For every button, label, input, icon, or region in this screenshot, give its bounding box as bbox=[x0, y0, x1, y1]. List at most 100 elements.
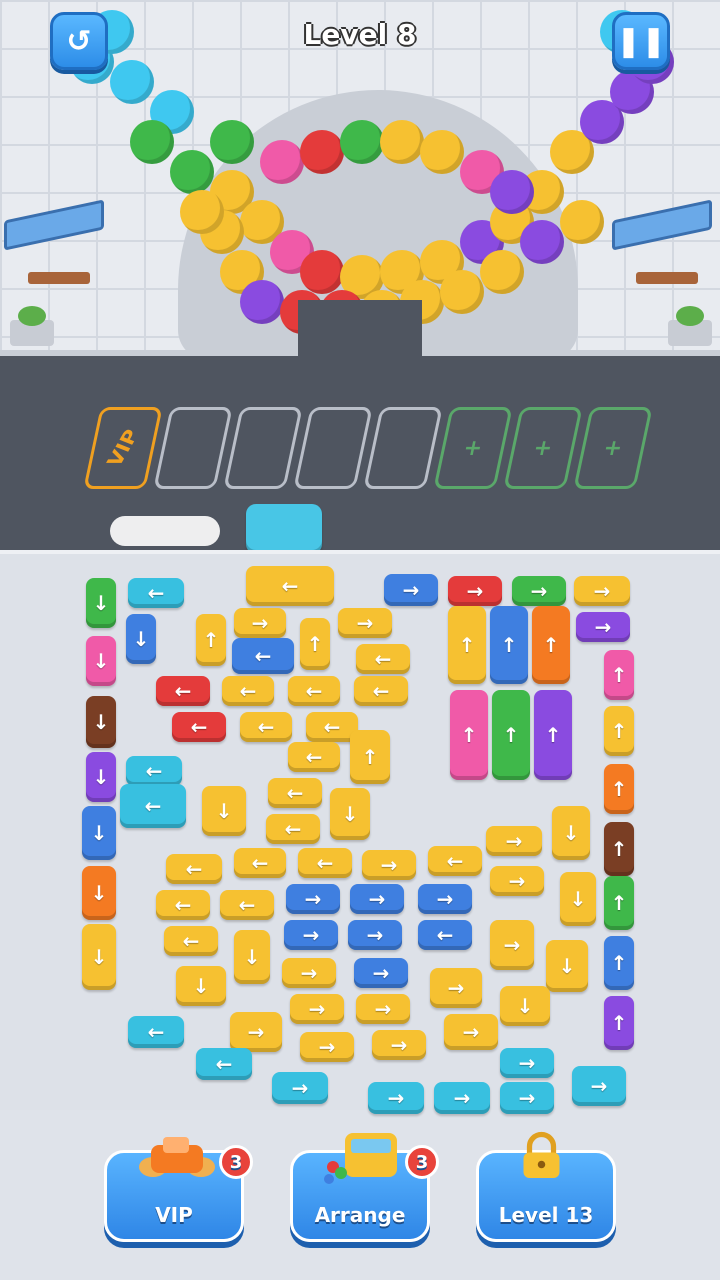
yellow-vehicle[interactable]: → bbox=[290, 994, 344, 1024]
cyan-vehicle[interactable]: ← bbox=[196, 1048, 252, 1080]
pause-button[interactable]: ❚❚ bbox=[612, 12, 670, 70]
yellow-vehicle[interactable]: → bbox=[490, 866, 544, 896]
blue-vehicle[interactable]: ← bbox=[232, 638, 294, 674]
orange-vehicle[interactable]: ↑ bbox=[532, 606, 570, 684]
cyan-vehicle[interactable]: → bbox=[500, 1048, 554, 1078]
orange-vehicle[interactable]: ↓ bbox=[82, 866, 116, 920]
blue-vehicle[interactable]: → bbox=[286, 884, 340, 914]
yellow-vehicle[interactable]: ↓ bbox=[500, 986, 550, 1026]
cyan-vehicle[interactable]: ← bbox=[128, 578, 184, 608]
yellow-vehicle[interactable]: ↑ bbox=[350, 730, 390, 784]
yellow-vehicle[interactable]: ↑ bbox=[196, 614, 226, 666]
yellow-vehicle[interactable]: → bbox=[234, 608, 286, 638]
yellow-vehicle[interactable]: → bbox=[444, 1014, 498, 1050]
pink-vehicle[interactable]: ↑ bbox=[604, 650, 634, 700]
blue-vehicle[interactable]: ← bbox=[418, 920, 472, 950]
blue-vehicle[interactable]: → bbox=[384, 574, 438, 606]
yellow-vehicle[interactable]: ↓ bbox=[552, 806, 590, 860]
yellow-vehicle[interactable]: → bbox=[338, 608, 392, 638]
yellow-vehicle[interactable]: ↓ bbox=[82, 924, 116, 990]
yellow-vehicle[interactable]: ← bbox=[220, 890, 274, 920]
yellow-vehicle[interactable]: → bbox=[490, 920, 534, 970]
yellow-vehicle[interactable]: ↑ bbox=[448, 606, 486, 684]
yellow-vehicle[interactable]: → bbox=[430, 968, 482, 1008]
yellow-vehicle[interactable]: ← bbox=[288, 742, 340, 772]
cyan-vehicle[interactable]: → bbox=[572, 1066, 626, 1106]
red-vehicle[interactable]: → bbox=[448, 576, 502, 606]
direction-arrow-left-icon: ← bbox=[286, 781, 304, 805]
pink-vehicle[interactable]: ↓ bbox=[86, 636, 116, 686]
yellow-vehicle[interactable]: → bbox=[574, 576, 630, 606]
lock-icon bbox=[523, 1131, 560, 1178]
yellow-vehicle[interactable]: ← bbox=[356, 644, 410, 674]
vip-button[interactable]: VIP 3 bbox=[104, 1137, 253, 1242]
yellow-vehicle[interactable]: ← bbox=[240, 712, 292, 742]
green-vehicle[interactable]: ↑ bbox=[604, 876, 634, 930]
yellow-vehicle[interactable]: ← bbox=[298, 848, 352, 878]
cyan-vehicle[interactable]: ← bbox=[126, 756, 182, 786]
yellow-vehicle[interactable]: ← bbox=[246, 566, 334, 606]
blue-vehicle[interactable]: → bbox=[350, 884, 404, 914]
yellow-vehicle[interactable]: → bbox=[486, 826, 542, 856]
direction-arrow-up-icon: ↑ bbox=[502, 723, 520, 747]
red-vehicle[interactable]: ← bbox=[172, 712, 226, 742]
yellow-vehicle[interactable]: ← bbox=[222, 676, 274, 706]
yellow-vehicle[interactable]: ↑ bbox=[300, 618, 330, 670]
yellow-vehicle[interactable]: ← bbox=[156, 890, 210, 920]
blue-vehicle[interactable]: → bbox=[348, 920, 402, 950]
green-vehicle[interactable]: ↓ bbox=[86, 578, 116, 628]
locked-button[interactable]: Level 13 bbox=[476, 1131, 616, 1242]
yellow-vehicle[interactable]: → bbox=[300, 1032, 354, 1062]
blue-vehicle[interactable]: → bbox=[418, 884, 472, 914]
yellow-vehicle[interactable]: ← bbox=[268, 778, 322, 808]
yellow-vehicle[interactable]: ← bbox=[288, 676, 340, 706]
direction-arrow-up-icon: ↑ bbox=[610, 719, 628, 743]
cyan-vehicle[interactable]: → bbox=[434, 1082, 490, 1114]
brown-vehicle[interactable]: ↓ bbox=[86, 696, 116, 748]
direction-arrow-right-icon: → bbox=[302, 923, 320, 947]
blue-vehicle[interactable]: → bbox=[284, 920, 338, 950]
yellow-vehicle[interactable]: ← bbox=[164, 926, 218, 956]
cyan-vehicle[interactable]: ← bbox=[120, 784, 186, 828]
purple-vehicle[interactable]: ↓ bbox=[86, 752, 116, 802]
arrange-button[interactable]: Arrange 3 bbox=[290, 1133, 439, 1242]
yellow-vehicle[interactable]: → bbox=[356, 994, 410, 1024]
blue-vehicle[interactable]: → bbox=[354, 958, 408, 988]
yellow-vehicle[interactable]: ↓ bbox=[330, 788, 370, 840]
green-vehicle[interactable]: → bbox=[512, 576, 566, 606]
cyan-vehicle[interactable]: → bbox=[368, 1082, 424, 1114]
purple-vehicle[interactable]: ↑ bbox=[604, 996, 634, 1050]
yellow-vehicle[interactable]: ↓ bbox=[234, 930, 270, 984]
yellow-vehicle[interactable]: ← bbox=[266, 814, 320, 844]
cyan-vehicle[interactable]: → bbox=[500, 1082, 554, 1114]
blue-vehicle[interactable]: ↓ bbox=[82, 806, 116, 860]
pink-vehicle[interactable]: ↑ bbox=[450, 690, 488, 780]
yellow-vehicle[interactable]: ← bbox=[234, 848, 286, 878]
yellow-vehicle[interactable]: → bbox=[362, 850, 416, 880]
direction-arrow-up-icon: ↑ bbox=[544, 723, 562, 747]
cyan-vehicle[interactable]: ← bbox=[128, 1016, 184, 1048]
purple-vehicle[interactable]: → bbox=[576, 612, 630, 642]
yellow-vehicle[interactable]: → bbox=[282, 958, 336, 988]
green-vehicle[interactable]: ↑ bbox=[492, 690, 530, 780]
blue-vehicle[interactable]: ↑ bbox=[490, 606, 528, 684]
blue-vehicle[interactable]: ↑ bbox=[604, 936, 634, 990]
purple-vehicle[interactable]: ↑ bbox=[534, 690, 572, 780]
orange-vehicle[interactable]: ↑ bbox=[604, 764, 634, 814]
yellow-vehicle[interactable]: ← bbox=[166, 854, 222, 884]
direction-arrow-left-icon: ← bbox=[190, 715, 208, 739]
yellow-vehicle[interactable]: ↓ bbox=[546, 940, 588, 992]
blue-vehicle[interactable]: ↓ bbox=[126, 614, 156, 664]
yellow-vehicle[interactable]: → bbox=[230, 1012, 282, 1052]
red-vehicle[interactable]: ← bbox=[156, 676, 210, 706]
yellow-vehicle[interactable]: ↓ bbox=[560, 872, 596, 926]
yellow-vehicle[interactable]: ← bbox=[428, 846, 482, 876]
cyan-vehicle[interactable]: → bbox=[272, 1072, 328, 1104]
yellow-vehicle[interactable]: → bbox=[372, 1030, 426, 1060]
brown-vehicle[interactable]: ↑ bbox=[604, 822, 634, 876]
yellow-vehicle[interactable]: ↓ bbox=[202, 786, 246, 836]
yellow-vehicle[interactable]: ↓ bbox=[176, 966, 226, 1006]
yellow-vehicle[interactable]: ← bbox=[354, 676, 408, 706]
yellow-vehicle[interactable]: ↑ bbox=[604, 706, 634, 756]
exhaust-smoke bbox=[110, 516, 220, 546]
